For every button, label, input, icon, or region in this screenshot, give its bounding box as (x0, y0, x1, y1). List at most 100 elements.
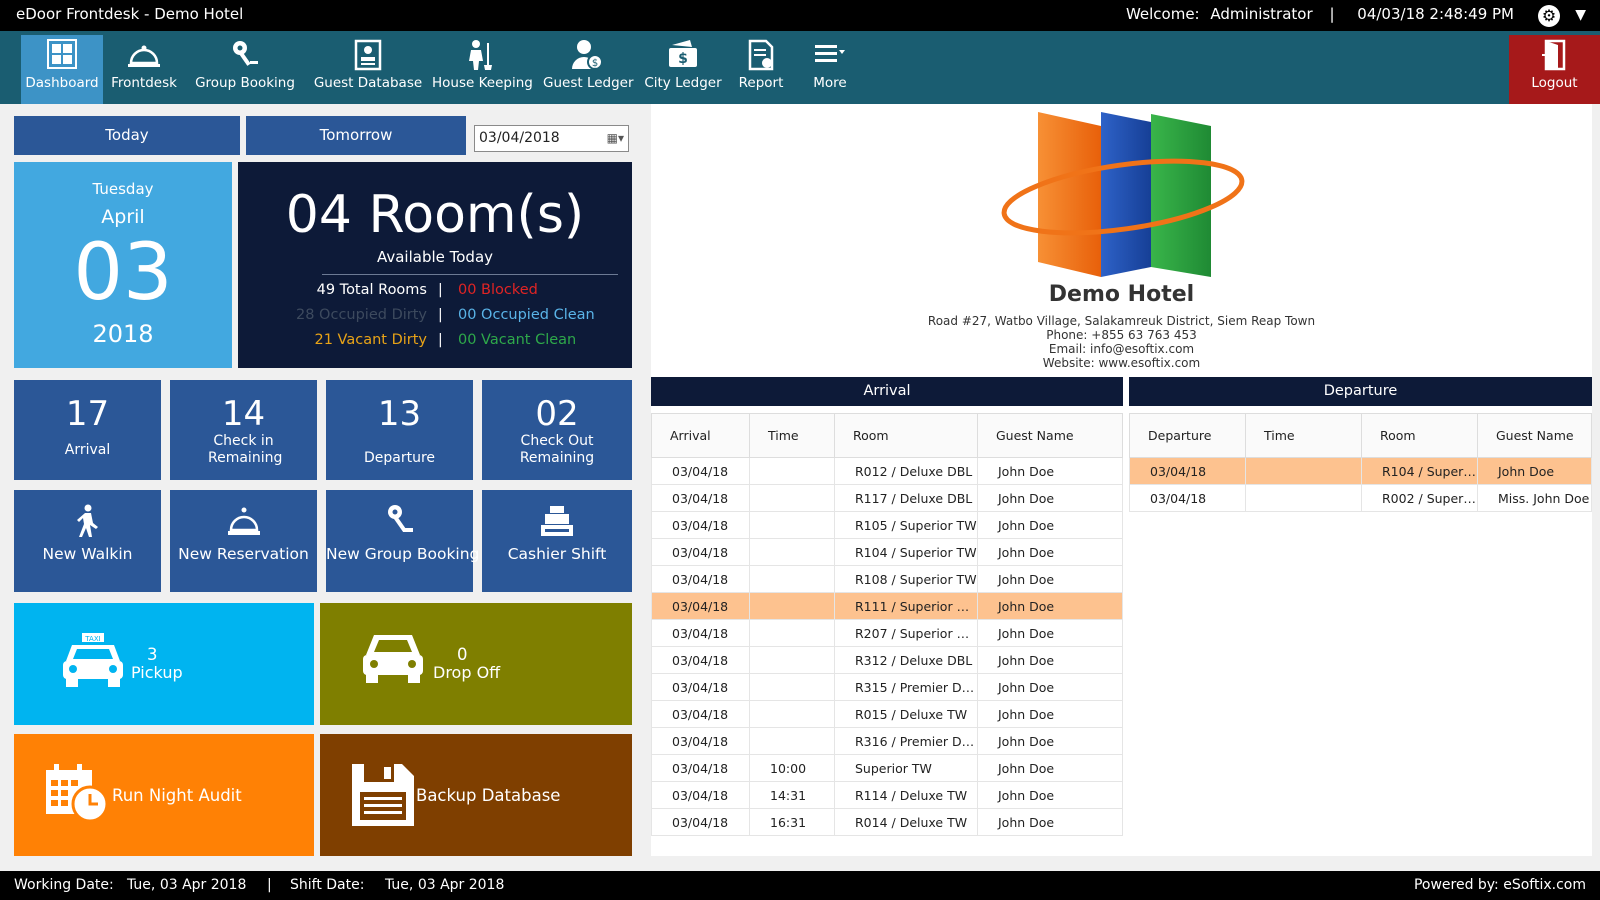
cell-time (749, 511, 835, 539)
nav-label: City Ledger (644, 75, 722, 91)
welcome-label: Welcome: (1125, 5, 1200, 23)
column-header[interactable]: Time (1245, 413, 1362, 458)
hotel-logo (996, 112, 1256, 282)
table-row[interactable]: 03/04/18 R117 / Deluxe DBL John Doe (651, 484, 1123, 512)
table-row[interactable]: 03/04/18 R015 / Deluxe TW John Doe (651, 700, 1123, 728)
cell-date: 03/04/18 (651, 511, 750, 539)
column-header[interactable]: Departure (1129, 413, 1246, 458)
title-bar: eDoor Frontdesk - Demo Hotel Welcome: Ad… (0, 0, 1600, 31)
car-icon (360, 631, 426, 701)
table-row[interactable]: 03/04/18 16:31 R014 / Deluxe TW John Doe (651, 808, 1123, 836)
nav-report[interactable]: Report (733, 35, 789, 104)
cashier-shift-button[interactable]: Cashier Shift (482, 490, 632, 592)
dropoff-tile[interactable]: 0 Drop Off (320, 603, 632, 725)
cell-room: R012 / Deluxe DBL (834, 457, 978, 485)
table-row[interactable]: 03/04/18 R104 / Superior TW John Doe (651, 538, 1123, 566)
stat-value: 02 (535, 394, 579, 434)
cell-room: R105 / Superior TW (834, 511, 978, 539)
table-row[interactable]: 03/04/18 R316 / Premier DLX John Doe (651, 727, 1123, 755)
cell-time (749, 484, 835, 512)
column-header[interactable]: Guest Name (1477, 413, 1592, 458)
cell-guest: John Doe (977, 808, 1123, 836)
bell-icon (106, 39, 182, 75)
pickup-label: Pickup (131, 663, 183, 682)
table-row[interactable]: 03/04/18 R315 / Premier DLX John Doe (651, 673, 1123, 701)
table-row[interactable]: 03/04/18 R312 / Deluxe DBL John Doe (651, 646, 1123, 674)
table-row[interactable]: 03/04/18 R108 / Superior TW John Doe (651, 565, 1123, 593)
nav-house-keeping[interactable]: House Keeping (432, 35, 533, 104)
cell-date: 03/04/18 (651, 673, 750, 701)
dropoff-label: Drop Off (433, 663, 501, 682)
cell-time (749, 727, 835, 755)
date-picker[interactable]: 03/04/2018 ▦▾ (474, 125, 629, 152)
action-label: Cashier Shift (507, 545, 607, 563)
cell-date: 03/04/18 (651, 592, 750, 620)
column-header[interactable]: Arrival (651, 413, 750, 458)
table-row[interactable]: 03/04/18 R002 / Superior...Miss. John Doe (1129, 484, 1592, 512)
housekeeper-icon (432, 39, 528, 75)
total-rooms: 49 Total Rooms (316, 282, 427, 298)
cell-room: R316 / Premier DLX (834, 727, 978, 755)
nav-group-booking[interactable]: Group Booking (195, 35, 295, 104)
room-availability-tile: 04 Room(s) Available Today 49 Total Room… (238, 162, 632, 368)
cell-guest: John Doe (977, 700, 1123, 728)
run-night-audit-button[interactable]: Run Night Audit (14, 734, 314, 856)
cell-date: 03/04/18 (651, 754, 750, 782)
nav-label: Guest Ledger (543, 75, 634, 91)
nav-more[interactable]: More (803, 35, 857, 104)
cell-guest: John Doe (1477, 457, 1592, 485)
table-row[interactable]: 03/04/18 R012 / Deluxe DBL John Doe (651, 457, 1123, 485)
separator: | (438, 307, 443, 323)
report-icon (733, 39, 789, 75)
cell-time (1245, 484, 1362, 512)
nav-guest-ledger[interactable]: $ Guest Ledger (543, 35, 634, 104)
separator: | (1329, 5, 1335, 23)
chevron-down-icon[interactable]: ▼ (1575, 7, 1586, 23)
table-row[interactable]: 03/04/18 R105 / Superior TW John Doe (651, 511, 1123, 539)
cell-room: R104 / Superior... (1361, 457, 1478, 485)
hotel-address: Road #27, Watbo Village, Salakamreuk Dis… (927, 314, 1316, 328)
calendar-dropdown-icon[interactable]: ▦▾ (607, 131, 624, 145)
departure-panel-title: Departure (1129, 377, 1592, 406)
arrival-stat-tile[interactable]: 17 Arrival (14, 380, 161, 480)
working-date-label: Working Date: (14, 877, 114, 893)
backup-database-button[interactable]: Backup Database (320, 734, 632, 856)
table-row[interactable]: 03/04/18 10:00 Superior TW John Doe (651, 754, 1123, 782)
logout-label: Logout (1531, 75, 1578, 91)
dashboard-left: Today Tomorrow 03/04/2018 ▦▾ Tuesday Apr… (14, 116, 632, 856)
cell-date: 03/04/18 (651, 700, 750, 728)
gear-icon[interactable]: ⚙ (1538, 5, 1560, 27)
user-name: Administrator (1210, 5, 1313, 23)
nav-city-ledger[interactable]: $ City Ledger (643, 35, 723, 104)
logout-button[interactable]: Logout (1509, 35, 1600, 104)
nav-dashboard[interactable]: Dashboard (21, 35, 103, 104)
column-header[interactable]: Room (834, 413, 978, 458)
checkin-remaining-stat-tile[interactable]: 14 Check in Remaining (170, 380, 317, 480)
table-row[interactable]: 03/04/18 14:31 R114 / Deluxe TW John Doe (651, 781, 1123, 809)
departure-stat-tile[interactable]: 13 Departure (326, 380, 473, 480)
column-header[interactable]: Time (749, 413, 835, 458)
table-row[interactable]: 03/04/18 R111 / Superior DBL John Doe (651, 592, 1123, 620)
checkout-remaining-stat-tile[interactable]: 02 Check Out Remaining (482, 380, 632, 480)
pickup-tile[interactable]: TAXI 3 Pickup (14, 603, 314, 725)
new-group-booking-button[interactable]: New Group Booking (326, 490, 479, 592)
today-button[interactable]: Today (14, 116, 240, 155)
nav-guest-database[interactable]: Guest Database (313, 35, 423, 104)
table-row[interactable]: 03/04/18 R207 / Superior DBL John Doe (651, 619, 1123, 647)
tomorrow-button[interactable]: Tomorrow (246, 116, 466, 155)
new-walkin-button[interactable]: New Walkin (14, 490, 161, 592)
table-row[interactable]: 03/04/18 R104 / Superior...John Doe (1129, 457, 1592, 485)
cell-time (749, 565, 835, 593)
cell-time (749, 619, 835, 647)
cell-date: 03/04/18 (651, 781, 750, 809)
separator: | (438, 282, 443, 298)
new-reservation-button[interactable]: New Reservation (170, 490, 317, 592)
main-nav: Dashboard Frontdesk Group Booking Guest … (0, 31, 1600, 104)
cell-guest: John Doe (977, 619, 1123, 647)
column-header[interactable]: Room (1361, 413, 1478, 458)
nav-frontdesk[interactable]: Frontdesk (106, 35, 182, 104)
column-header[interactable]: Guest Name (977, 413, 1123, 458)
cell-room: R315 / Premier DLX (834, 673, 978, 701)
cell-date: 03/04/18 (651, 727, 750, 755)
guest-ledger-icon: $ (543, 39, 631, 75)
